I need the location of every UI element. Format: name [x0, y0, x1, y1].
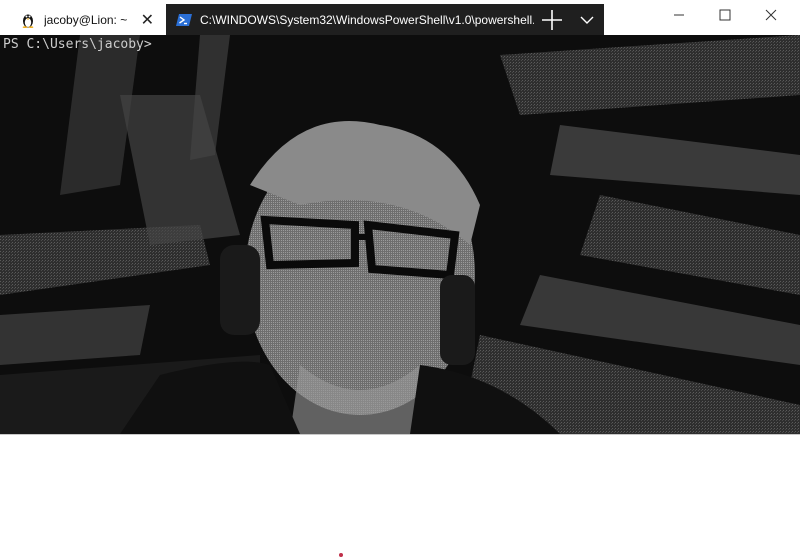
tab-label: jacoby@Lion: ~	[44, 12, 128, 27]
close-tab-icon[interactable]: ✕	[141, 10, 154, 30]
tab-powershell[interactable]: C:\WINDOWS\System32\WindowsPowerShell\v1…	[166, 4, 534, 35]
close-window-button[interactable]	[748, 0, 794, 30]
terminal-area[interactable]: PS C:\Users\jacoby>	[0, 35, 800, 434]
powershell-icon	[176, 12, 192, 28]
linux-penguin-icon	[20, 12, 36, 28]
tab-linux[interactable]: jacoby@Lion: ~ ✕	[10, 4, 162, 35]
background-image	[0, 35, 800, 434]
minimize-button[interactable]	[656, 0, 702, 30]
plus-icon	[542, 9, 562, 30]
maximize-icon	[719, 9, 731, 21]
chevron-down-icon	[580, 16, 594, 24]
new-tab-button[interactable]	[534, 4, 570, 35]
title-bar[interactable]: jacoby@Lion: ~ ✕ C:\WINDOWS\System32\Win…	[0, 0, 800, 35]
tab-dropdown-button[interactable]	[570, 4, 604, 35]
terminal-window: jacoby@Lion: ~ ✕ C:\WINDOWS\System32\Win…	[0, 0, 800, 434]
terminal-prompt: PS C:\Users\jacoby>	[3, 37, 152, 52]
maximize-button[interactable]	[702, 0, 748, 30]
tab-label: C:\WINDOWS\System32\WindowsPowerShell\v1…	[200, 12, 534, 27]
minimize-icon	[674, 14, 684, 16]
close-icon	[765, 9, 777, 21]
marker-dot	[339, 553, 343, 557]
